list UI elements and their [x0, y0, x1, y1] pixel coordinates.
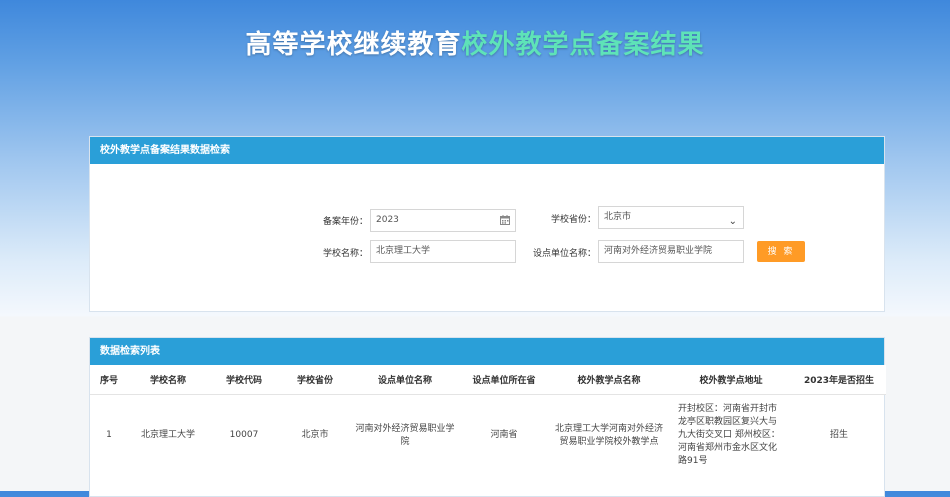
search-button[interactable]: 搜 索 [757, 241, 805, 262]
cell-site-name: 北京理工大学河南对外经济贸易职业学院校外教学点 [554, 423, 663, 447]
cell-unit-province: 河南省 [490, 430, 518, 441]
cell-school-code: 10007 [229, 430, 259, 441]
table-row: 1 北京理工大学 10007 北京市 河南对外经济贸易职业学院 河南省 北京理工… [90, 395, 886, 477]
cell-enrollment-status: 招生 [829, 430, 848, 441]
unit-name-input[interactable]: 河南对外经济贸易职业学院 [598, 240, 744, 263]
year-value: 2023 [376, 215, 399, 225]
table-header-row: 序号 学校名称 学校代码 学校省份 设点单位名称 设点单位所在省 校外教学点名称… [90, 365, 886, 395]
results-table: 序号 学校名称 学校代码 学校省份 设点单位名称 设点单位所在省 校外教学点名称… [90, 365, 886, 477]
province-value: 北京市 [604, 212, 632, 222]
column-header: 设点单位名称 [350, 365, 460, 395]
school-name-value: 北京理工大学 [376, 246, 431, 256]
calendar-icon[interactable] [500, 215, 510, 225]
unit-name-value: 河南对外经济贸易职业学院 [604, 246, 713, 256]
cell-site-address: 开封校区：河南省开封市龙亭区职教园区复兴大与九大街交叉口 郑州校区：河南省郑州市… [678, 404, 780, 467]
column-header: 学校名称 [128, 365, 208, 395]
province-label: 学校省份： [550, 215, 596, 225]
banner-title-part2: 校外教学点备案结果 [461, 30, 705, 60]
results-panel: 数据检索列表 序号 学校名称 学校代码 学校省份 设点单位名称 设点单位所在省 … [89, 337, 886, 497]
column-header: 序号 [90, 365, 128, 395]
cell-school-name: 北京理工大学 [140, 430, 195, 441]
column-header: 校外教学点名称 [548, 365, 670, 395]
cell-index: 1 [106, 430, 112, 441]
search-panel-title: 校外教学点备案结果数据检索 [90, 137, 884, 164]
cell-unit-name: 河南对外经济贸易职业学院 [355, 423, 455, 447]
search-panel: 校外教学点备案结果数据检索 备案年份： 2023 学校省份： 北京市 ⌄ 学校名… [89, 136, 885, 312]
column-header: 学校代码 [208, 365, 280, 395]
results-panel-title: 数据检索列表 [90, 338, 884, 365]
column-header: 学校省份 [280, 365, 350, 395]
year-label: 备案年份： [322, 217, 368, 227]
chevron-down-icon: ⌄ [728, 216, 737, 227]
page-banner-title: 高等学校继续教育校外教学点备案结果 [0, 24, 950, 61]
province-select[interactable]: 北京市 ⌄ [598, 206, 744, 229]
banner-title-part1: 高等学校继续教育 [245, 30, 462, 60]
unit-label: 设点单位名称： [532, 249, 596, 259]
search-form: 备案年份： 2023 学校省份： 北京市 ⌄ 学校名称： 北京理工大学 设点单位… [90, 164, 884, 312]
column-header: 2023年是否招生 [792, 365, 886, 395]
column-header: 校外教学点地址 [670, 365, 792, 395]
school-name-input[interactable]: 北京理工大学 [370, 240, 516, 263]
year-field[interactable]: 2023 [370, 209, 516, 232]
cell-school-province: 北京市 [301, 430, 329, 441]
column-header: 设点单位所在省 [460, 365, 548, 395]
school-label: 学校名称： [322, 249, 368, 259]
